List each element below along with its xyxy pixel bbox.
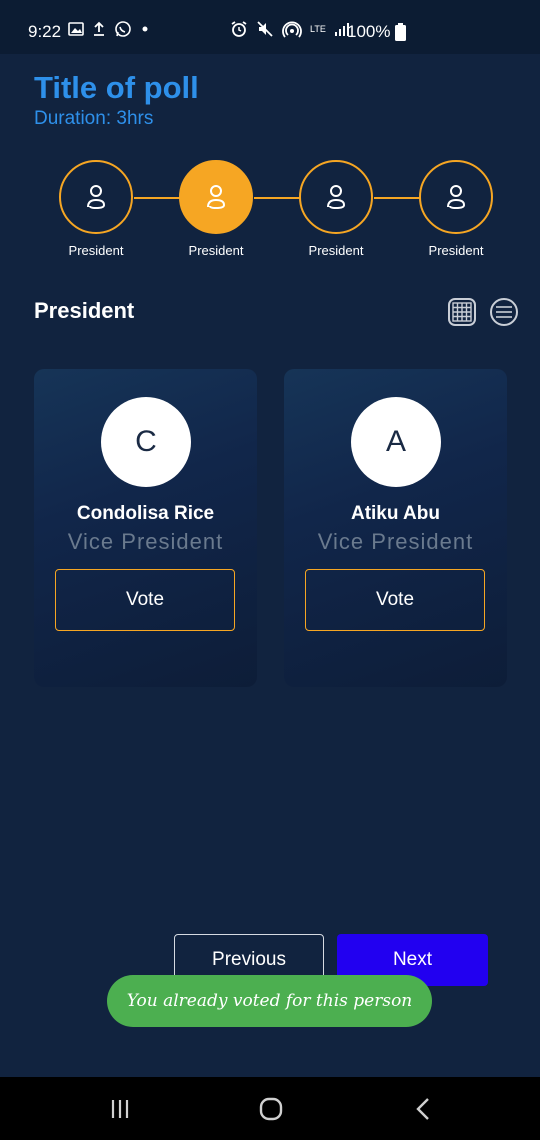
avatar: A [351, 397, 441, 487]
whatsapp-icon [115, 21, 131, 37]
step-label-2: President [188, 243, 244, 258]
avatar: C [101, 397, 191, 487]
candidate-name: Atiku Abu [350, 503, 440, 524]
poll-duration: Duration: 3hrs [34, 108, 154, 129]
candidate-role: Vice President [67, 529, 224, 554]
vote-button[interactable]: Vote [55, 569, 235, 631]
hotspot-icon [282, 21, 302, 38]
person-icon [327, 185, 346, 210]
lte-icon: LTE [310, 23, 326, 34]
back-icon [416, 1098, 429, 1120]
candidate-role: Vice President [317, 529, 474, 554]
image-icon [68, 22, 84, 36]
battery-percent: 100% [347, 22, 391, 41]
step-label-4: President [428, 243, 484, 258]
home-icon [259, 1097, 283, 1121]
step-circle-3[interactable] [299, 160, 373, 234]
step-circle-2[interactable] [179, 160, 253, 234]
upload-icon [94, 21, 104, 36]
grid-view-button[interactable] [448, 298, 476, 326]
person-icon [87, 185, 106, 210]
grid-icon [452, 302, 472, 322]
recent-apps-icon [111, 1100, 129, 1118]
system-nav-bar [0, 1077, 540, 1140]
candidate-card: C Condolisa Rice Vice President Vote [34, 369, 257, 687]
back-button[interactable] [403, 1095, 443, 1123]
candidate-card: A Atiku Abu Vice President Vote [284, 369, 507, 687]
step-label-3: President [308, 243, 364, 258]
stepper-connector [374, 197, 420, 199]
step-circle-4[interactable] [419, 160, 493, 234]
home-button[interactable] [251, 1095, 291, 1123]
mute-icon [257, 21, 273, 37]
candidate-name: Condolisa Rice [76, 503, 215, 524]
step-circle-1[interactable] [59, 160, 133, 234]
list-view-button[interactable] [490, 298, 518, 326]
recent-apps-button[interactable] [100, 1095, 140, 1123]
person-icon [207, 185, 226, 210]
status-bar: 9:22 LTE 100% [0, 0, 540, 54]
stepper-connector [134, 197, 180, 199]
toast-message: You already voted for this person [107, 975, 432, 1027]
step-label-1: President [68, 243, 124, 258]
stepper-connector [254, 197, 300, 199]
poll-title: Title of poll [34, 70, 199, 105]
list-icon [496, 306, 512, 318]
alarm-icon [231, 21, 247, 37]
person-icon [447, 185, 466, 210]
status-time: 9:22 [28, 22, 62, 41]
section-title: President [34, 298, 135, 323]
vote-button[interactable]: Vote [305, 569, 485, 631]
dot-icon [142, 26, 148, 32]
battery-icon [395, 23, 406, 41]
